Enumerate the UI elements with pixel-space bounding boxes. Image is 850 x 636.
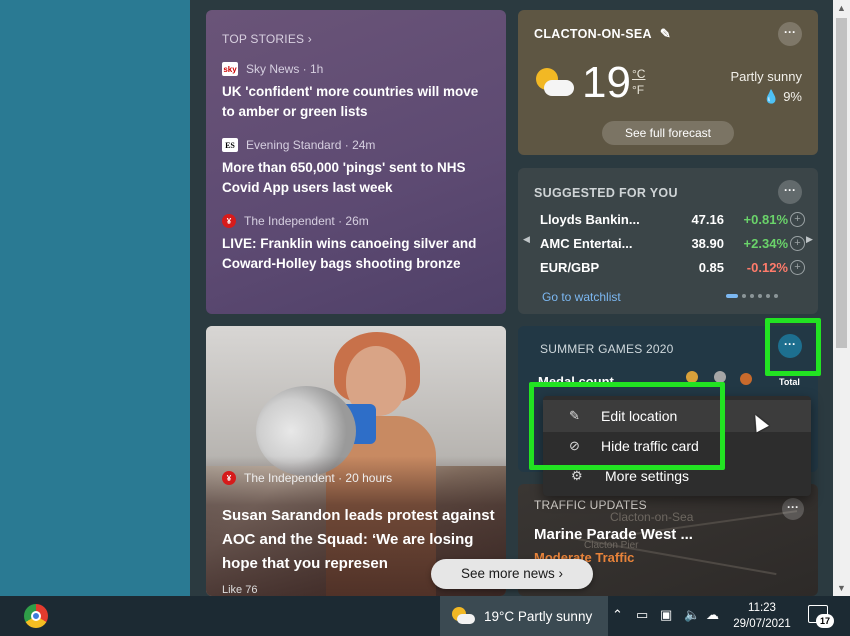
stock-row[interactable]: AMC Entertai... 38.90 +2.34% +	[540, 232, 805, 256]
stock-row[interactable]: Lloyds Bankin... 47.16 +0.81% +	[540, 208, 805, 232]
add-stock-icon[interactable]: +	[790, 212, 805, 227]
story-item[interactable]: ¥ The Independent · 26m LIVE: Franklin wi…	[222, 214, 490, 274]
photo-story-card[interactable]: ¥ The Independent · 20 hours Susan Sarand…	[206, 326, 506, 596]
add-stock-icon[interactable]: +	[790, 260, 805, 275]
carousel-right-arrow-icon[interactable]: ▶	[806, 234, 813, 245]
stock-price: 38.90	[691, 236, 724, 251]
story-headline[interactable]: LIVE: Franklin wins canoeing silver and …	[222, 234, 490, 274]
notification-count: 17	[816, 614, 834, 628]
stock-row[interactable]: EUR/GBP 0.85 -0.12% +	[540, 256, 805, 280]
stock-change: -0.12%	[746, 260, 788, 275]
evening-standard-logo-icon: ES	[222, 138, 238, 152]
story-source: The Independent · 26m	[244, 214, 369, 228]
taskbar: 19°C Partly sunny ⌃ ▭ ▣ 🔈 ☁ 11:23 29/07/…	[0, 596, 850, 636]
volume-icon[interactable]: 🔈	[684, 607, 700, 623]
clock[interactable]: 11:23 29/07/2021	[730, 600, 794, 632]
weather-condition: Partly sunny	[730, 69, 802, 84]
taskbar-weather-button[interactable]: 19°C Partly sunny	[440, 596, 608, 636]
stock-name: EUR/GBP	[540, 260, 600, 275]
fahrenheit-toggle[interactable]: °F	[632, 82, 645, 98]
onedrive-icon[interactable]: ☁	[706, 607, 719, 623]
clock-time: 11:23	[748, 602, 776, 614]
chrome-icon[interactable]	[24, 604, 48, 628]
games-title: SUMMER GAMES 2020	[540, 342, 674, 356]
scroll-up-icon[interactable]: ▲	[833, 0, 850, 16]
droplet-icon: 💧	[763, 89, 780, 104]
story-item[interactable]: ES Evening Standard · 24m More than 650,0…	[222, 138, 490, 198]
stock-price: 0.85	[698, 260, 724, 275]
menu-item-label: More settings	[605, 468, 690, 484]
carousel-left-arrow-icon[interactable]: ◀	[523, 234, 530, 245]
top-stories-card: TOP STORIES › sky Sky News · 1h UK 'confi…	[206, 10, 506, 314]
carousel-dots	[726, 294, 778, 298]
partly-sunny-icon	[536, 68, 574, 98]
top-stories-header[interactable]: TOP STORIES ›	[222, 32, 490, 46]
suggested-more-button[interactable]: ···	[778, 180, 802, 204]
stock-change: +0.81%	[743, 212, 788, 227]
weather-temperature: 19	[582, 58, 631, 107]
precipitation: 9%	[783, 89, 802, 104]
battery-icon[interactable]: ▭	[636, 607, 648, 623]
traffic-title: TRAFFIC UPDATES	[534, 498, 647, 512]
see-forecast-button[interactable]: See full forecast	[602, 121, 734, 145]
traffic-road: Marine Parade West ...	[534, 526, 693, 543]
partly-sunny-icon	[452, 607, 475, 625]
weather-location: CLACTON-ON-SEA	[534, 27, 652, 41]
stock-name: AMC Entertai...	[540, 236, 633, 251]
bronze-medal-icon	[740, 373, 752, 385]
independent-logo-icon: ¥	[222, 214, 236, 228]
stock-change: +2.34%	[743, 236, 788, 251]
see-more-news-button[interactable]: See more news ›	[431, 559, 593, 589]
independent-logo-icon: ¥	[222, 471, 236, 485]
reaction-bar[interactable]: Like 76	[222, 584, 257, 596]
map-label: Clacton-on-Sea	[610, 510, 694, 524]
chevron-right-icon: ›	[558, 566, 564, 581]
watchlist-link[interactable]: Go to watchlist	[542, 290, 621, 304]
scroll-down-icon[interactable]: ▼	[833, 580, 850, 596]
suggested-title: SUGGESTED FOR YOU	[534, 186, 678, 200]
stock-name: Lloyds Bankin...	[540, 212, 640, 227]
story-headline[interactable]: More than 650,000 'pings' sent to NHS Co…	[222, 158, 490, 198]
highlight-menu-items	[529, 382, 725, 470]
traffic-more-button[interactable]: ···	[782, 498, 804, 520]
story-source: Sky News · 1h	[246, 62, 324, 76]
story-item[interactable]: sky Sky News · 1h UK 'confident' more cou…	[222, 62, 490, 122]
gear-icon: ⚙	[571, 468, 583, 483]
celsius-toggle[interactable]: °C	[632, 66, 645, 82]
stock-price: 47.16	[691, 212, 724, 227]
medal-total-label: Total	[779, 377, 800, 387]
desktop-background	[0, 0, 190, 596]
weather-card[interactable]: CLACTON-ON-SEA ✎ ··· 19 °C °F Partly sunny…	[518, 10, 818, 155]
sky-news-logo-icon: sky	[222, 62, 238, 76]
clock-date: 29/07/2021	[733, 618, 791, 630]
weather-more-button[interactable]: ···	[778, 22, 802, 46]
story-headline[interactable]: UK 'confident' more countries will move …	[222, 82, 490, 122]
story-source: Evening Standard · 24m	[246, 138, 376, 152]
highlight-more-button	[765, 318, 821, 376]
add-stock-icon[interactable]: +	[790, 236, 805, 251]
chevron-right-icon: ›	[307, 32, 312, 46]
scrollbar-thumb[interactable]	[836, 18, 847, 348]
network-icon[interactable]: ▣	[660, 607, 672, 623]
story-source: The Independent · 20 hours	[244, 471, 393, 485]
pencil-icon[interactable]: ✎	[660, 26, 671, 42]
taskbar-weather-text: 19°C Partly sunny	[484, 608, 593, 624]
chevron-up-icon[interactable]: ⌃	[612, 607, 623, 623]
